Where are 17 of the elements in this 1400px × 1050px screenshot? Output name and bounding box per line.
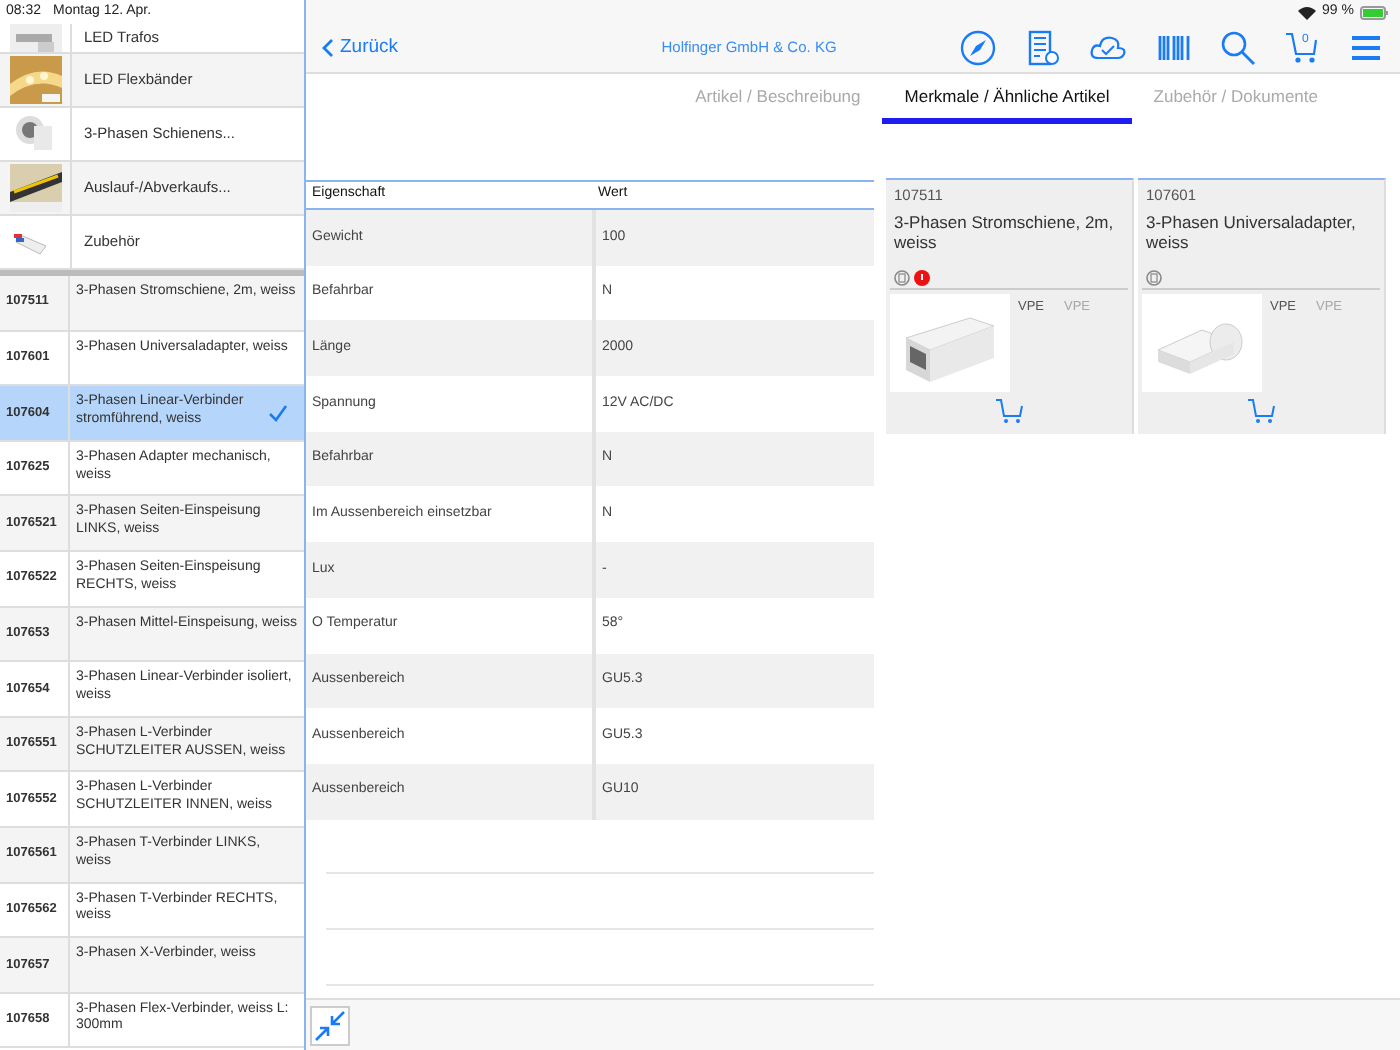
tag-icon (894, 270, 910, 287)
back-link[interactable]: Zurück (322, 33, 399, 63)
wifi-icon (1298, 5, 1317, 19)
product-name: 3-Phasen Universaladapter, weiss (1144, 210, 1358, 257)
check-icon (268, 403, 288, 422)
product-name: 3-Phasen Stromschiene, 2m, weiss (892, 210, 1116, 257)
chevron-left-icon (322, 38, 334, 58)
cart-icon (1283, 30, 1320, 66)
collapse-button[interactable] (308, 1003, 352, 1047)
barcode-icon[interactable] (1155, 30, 1192, 66)
cart-icon (995, 398, 1023, 425)
cart-icon (1247, 398, 1275, 425)
tag-icon (1146, 270, 1162, 287)
compass-icon[interactable] (959, 30, 996, 66)
menu-icon[interactable] (1347, 30, 1384, 66)
battery-icon (1360, 5, 1388, 19)
search-icon[interactable] (1219, 30, 1256, 66)
